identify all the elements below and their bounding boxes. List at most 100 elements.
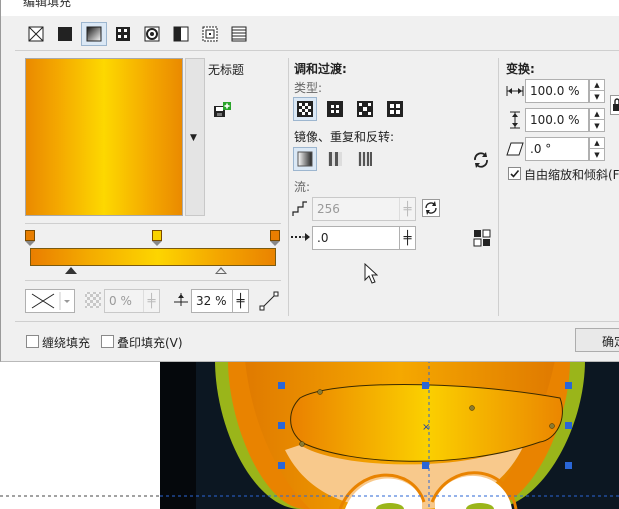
default-fill-icon [297,151,313,167]
reverse-icon [474,152,488,168]
midpoint-slider-right[interactable] [215,267,227,274]
smooth-transition-button[interactable] [473,229,491,250]
panel-separator-2 [498,58,499,316]
transparency-field[interactable]: 0 % ╪ [104,289,160,313]
mirror-repeat-label: 镜像、重复和反转: [294,130,395,144]
save-preset-icon [214,102,231,117]
two-color-pattern-fill-button[interactable] [168,22,194,46]
transparency-spin-icon: ╪ [143,290,159,312]
preset-dropdown-arrow-icon[interactable]: ▼ [190,133,197,143]
canvas-artwork[interactable]: × [160,360,619,509]
two-color-pattern-icon [173,26,189,42]
color-node-middle[interactable] [152,230,162,241]
free-transform-icon [259,291,279,311]
elliptical-blend-button[interactable] [323,97,347,121]
dialog-title: 编辑填充 [23,0,72,9]
color-node-end[interactable] [270,230,280,241]
skew-field[interactable]: .0 ° [525,137,589,161]
gradient-bar[interactable] [30,248,276,266]
elliptical-blend-icon [327,101,343,117]
lock-icon [613,98,619,111]
fountain-fill-icon [86,26,102,42]
midpoint-field[interactable]: 32 % ╪ [191,289,249,313]
steps-icon [291,200,309,221]
width-field[interactable]: 100.0 % [525,79,589,103]
rectangular-blend-button[interactable] [383,97,407,121]
midpoint-value: 32 % [196,294,227,308]
color-node-end-pointer[interactable] [270,241,280,246]
uniform-fill-button[interactable] [52,22,78,46]
color-node-start[interactable] [25,230,35,241]
default-fill-button[interactable] [293,147,317,171]
skew-icon [505,139,525,159]
dialog-titlebar[interactable]: 编辑填充 [1,0,619,16]
free-scale-checkbox[interactable] [508,167,521,180]
midpoint-slider-left[interactable] [65,267,77,274]
height-field[interactable]: 100.0 % [525,108,589,132]
width-icon [505,81,525,101]
edit-fill-dialog: 编辑填充 ▼ 无标题 0 % ╪ 32 % ╪ 调和过渡: 类型: 镜像、重复和… [0,0,619,362]
height-spinner[interactable]: ▲ ▼ [589,108,605,132]
reverse-button[interactable] [471,150,491,173]
steps-lock-button[interactable] [422,199,440,217]
color-node-start-pointer[interactable] [25,241,35,246]
save-preset-button[interactable] [213,102,231,118]
preview-separator [25,223,281,224]
overprint-fill-checkbox[interactable] [101,335,114,348]
conical-blend-icon [357,101,373,117]
blend-type-label: 类型: [294,81,323,95]
checkmark-icon [510,169,520,178]
repeat-icon [358,152,372,166]
repeat-mirror-icon [328,152,342,166]
panel-separator-1 [288,58,289,316]
conical-blend-button[interactable] [353,97,377,121]
wrap-fill-checkbox[interactable] [26,335,39,348]
vector-pattern-icon [116,27,130,41]
preset-name: 无标题 [208,63,245,77]
node-color-picker[interactable] [25,289,75,313]
width-value: 100.0 % [530,84,580,98]
toolbar-separator [15,50,619,51]
bitmap-pattern-fill-button[interactable] [139,22,165,46]
lock-ratio-button[interactable] [610,95,619,115]
midpoint-spin-icon[interactable]: ╪ [232,290,248,312]
width-spinner[interactable]: ▲ ▼ [589,79,605,103]
no-color-icon [31,292,70,310]
steps-field[interactable]: 256 ╪ [312,197,416,221]
acceleration-spin-icon[interactable]: ╪ [399,227,415,249]
repeat-button[interactable] [353,147,377,171]
smooth-transition-icon [473,229,491,247]
postscript-fill-icon [231,26,247,42]
steps-spin-icon: ╪ [399,198,415,220]
drawing-canvas[interactable]: × [0,360,619,509]
fill-preview[interactable] [25,58,183,216]
repeat-mirror-button[interactable] [323,147,347,171]
color-node-middle-pointer[interactable] [152,241,162,246]
free-scale-label: 自由缩放和倾斜(F) [524,168,619,182]
mouse-cursor-icon [364,262,379,288]
overprint-fill-label: 叠印填充(V) [117,336,183,350]
cartoon-artwork: × [160,360,619,509]
transparency-icon [85,292,101,308]
free-transform-button[interactable] [259,291,279,314]
transparency-value: 0 % [109,294,132,308]
acceleration-icon [291,230,311,247]
rectangular-blend-icon [387,101,403,117]
postscript-fill-button[interactable] [226,22,252,46]
skew-spinner[interactable]: ▲ ▼ [589,137,605,161]
texture-fill-button[interactable] [197,22,223,46]
fountain-fill-button[interactable] [81,22,107,46]
guide-line-left [0,495,160,497]
vector-pattern-fill-button[interactable] [110,22,136,46]
acceleration-field[interactable]: .0 ╪ [312,226,416,250]
footer-separator [15,321,619,322]
linear-blend-button[interactable] [293,97,317,121]
skew-value: .0 ° [530,142,552,156]
transform-section-title: 变换: [506,62,535,76]
refresh-icon [425,201,437,215]
midpoint-icon [173,292,189,311]
uniform-fill-icon [58,27,72,41]
no-fill-button[interactable] [23,22,49,46]
steps-value: 256 [317,202,340,216]
ok-button[interactable]: 确定 [575,328,619,352]
